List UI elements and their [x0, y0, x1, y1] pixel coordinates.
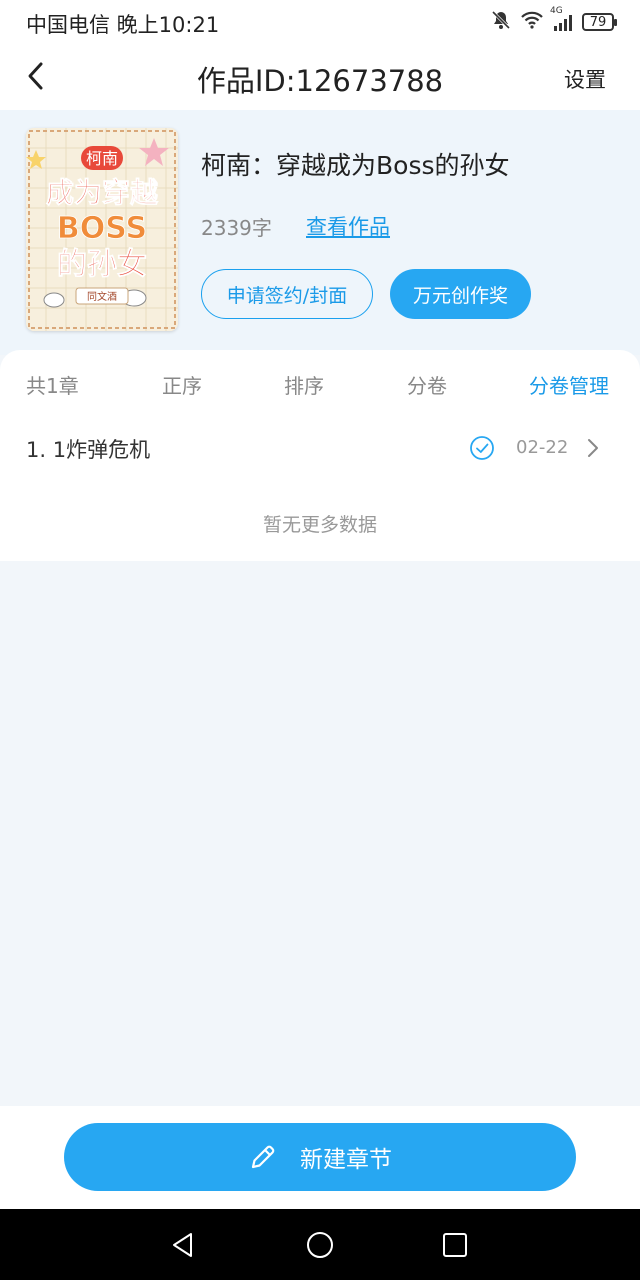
chapter-count: 共1章	[26, 374, 79, 398]
sort-button[interactable]: 排序	[284, 370, 324, 399]
cover-author: 同文酒	[87, 290, 117, 303]
empty-hint: 暂无更多数据	[262, 514, 377, 536]
status-bar: 中国电信 晚上10:21 4G 79	[0, 0, 640, 44]
work-title: 柯南：穿越成为Boss的孙女	[201, 151, 510, 180]
cover-art: 柯南 成为穿越 BOSS 的孙女 同文酒	[26, 128, 178, 331]
list-item[interactable]: 1. 1炸弹危机 02-22	[0, 424, 640, 472]
chapter-date: 02-22	[516, 437, 569, 458]
cover-line2: BOSS	[57, 211, 147, 246]
book-cover[interactable]: 柯南 成为穿越 BOSS 的孙女 同文酒	[26, 128, 178, 331]
nav-bar: 作品ID:12673788 设置	[0, 44, 640, 110]
bottom-action-bar: 新建章节	[0, 1106, 640, 1209]
page-title: 作品ID:12673788	[196, 64, 444, 98]
mute-icon	[490, 9, 512, 35]
signal-icon: 4G	[550, 6, 574, 32]
battery-icon: 79	[582, 13, 617, 31]
cover-line3: 的孙女	[57, 247, 147, 282]
settings-button[interactable]: 设置	[564, 64, 606, 94]
home-circle-icon[interactable]	[306, 1231, 334, 1259]
award-button[interactable]: 万元创作奖	[390, 269, 531, 319]
view-work-link[interactable]: 查看作品	[306, 211, 390, 241]
cover-line1: 成为穿越	[46, 176, 159, 209]
order-toggle[interactable]: 正序	[162, 370, 202, 399]
published-check-icon	[470, 436, 494, 460]
chapter-panel: 共1章 正序 排序 分卷 分卷管理 1. 1炸弹危机 02-22 暂无更多数据	[0, 350, 640, 561]
status-icons: 4G 79	[490, 6, 617, 35]
volume-manage-button[interactable]: 分卷管理	[529, 370, 609, 399]
recents-square-icon[interactable]	[441, 1231, 469, 1259]
carrier-time: 中国电信 晚上10:21	[26, 13, 220, 37]
new-chapter-label: 新建章节	[300, 1147, 392, 1173]
back-triangle-icon[interactable]	[169, 1231, 197, 1259]
cover-tag: 柯南	[86, 149, 118, 168]
new-chapter-button[interactable]: 新建章节	[64, 1123, 576, 1191]
chapter-toolbar: 共1章 正序 排序 分卷 分卷管理	[0, 350, 640, 414]
chapter-title: 1. 1炸弹危机	[26, 438, 151, 462]
word-count: 2339字	[201, 216, 272, 240]
volume-button[interactable]: 分卷	[407, 370, 447, 399]
chevron-right-icon	[588, 439, 598, 457]
work-header: 柯南 成为穿越 BOSS 的孙女 同文酒 柯南：穿越成为Boss的孙女 2339…	[0, 110, 640, 355]
battery-level: 79	[589, 14, 607, 30]
wifi-icon	[520, 10, 544, 34]
pencil-icon	[251, 1145, 275, 1169]
apply-sign-button[interactable]: 申请签约/封面	[201, 269, 373, 319]
system-nav-bar	[0, 1209, 640, 1280]
network-type: 4G	[550, 6, 563, 16]
